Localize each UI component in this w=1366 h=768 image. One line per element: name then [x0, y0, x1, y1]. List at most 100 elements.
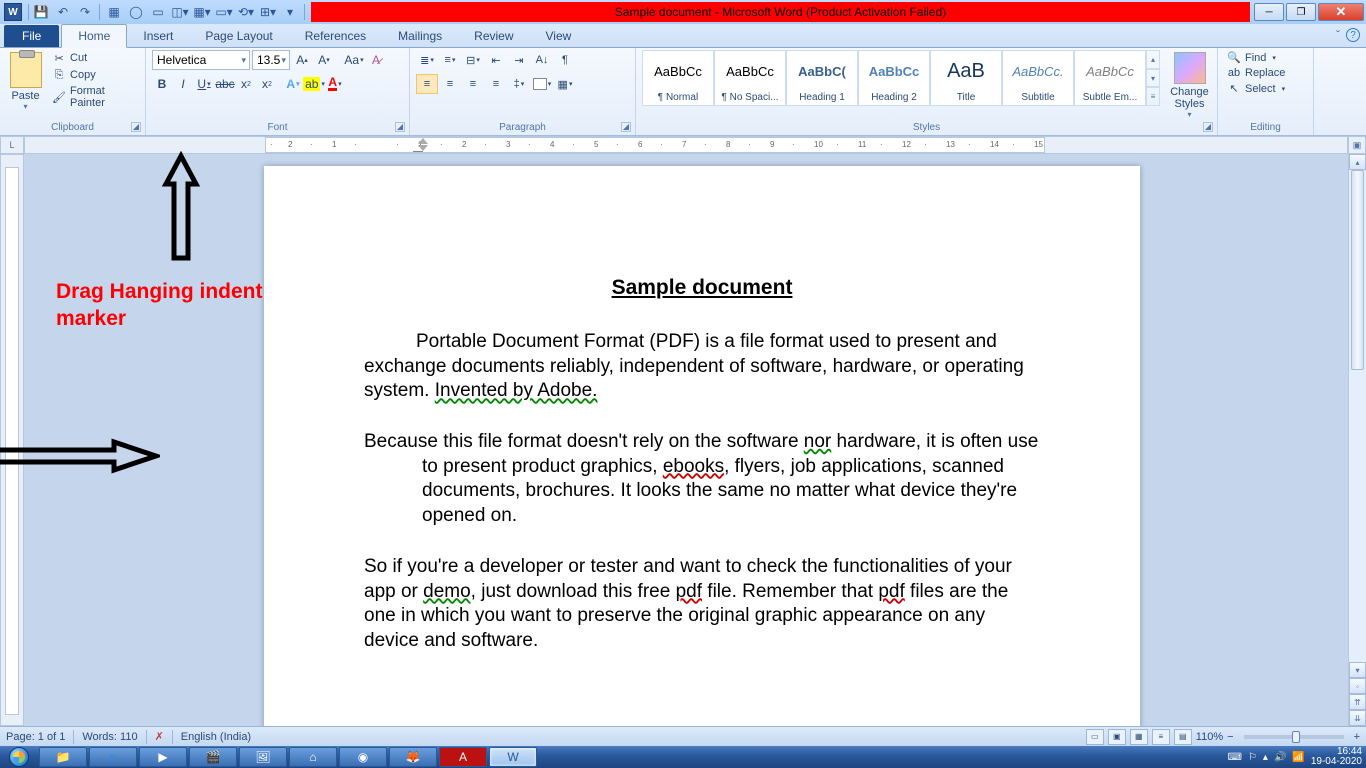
tray-action-icon[interactable]: ⚐	[1248, 752, 1257, 763]
qat-table-icon[interactable]: ▦▾	[192, 2, 212, 22]
select-button[interactable]: ↖Select▾	[1224, 81, 1307, 96]
print-layout-view[interactable]: ▭	[1086, 729, 1104, 745]
align-left-button[interactable]: ≡	[416, 74, 438, 94]
status-words[interactable]: Words: 110	[82, 731, 137, 743]
tab-page-layout[interactable]: Page Layout	[189, 25, 288, 47]
style-subtle-em[interactable]: AaBbCcSubtle Em...	[1074, 50, 1146, 106]
web-layout-view[interactable]: ▦	[1130, 729, 1148, 745]
clipboard-dialog-launcher[interactable]: ◢	[131, 122, 141, 132]
font-dialog-launcher[interactable]: ◢	[395, 122, 405, 132]
close-button[interactable]: ✕	[1318, 3, 1364, 21]
font-color-button[interactable]: A	[325, 74, 345, 94]
task-app1[interactable]: 🎬	[189, 747, 237, 767]
status-page[interactable]: Page: 1 of 1	[6, 731, 65, 743]
zoom-level[interactable]: 110%	[1196, 731, 1223, 743]
styles-more[interactable]: ≡	[1146, 87, 1160, 106]
scroll-thumb[interactable]	[1351, 170, 1364, 370]
qat-chart-icon[interactable]: ▭	[148, 2, 168, 22]
scroll-up-button[interactable]: ▴	[1349, 154, 1366, 170]
subscript-button[interactable]: x2	[236, 74, 256, 94]
text-effects-button[interactable]: A	[283, 74, 303, 94]
clear-formatting-button[interactable]: A̷	[366, 50, 386, 70]
tab-home[interactable]: Home	[61, 24, 127, 48]
zoom-in-button[interactable]: +	[1354, 731, 1360, 743]
cut-button[interactable]: ✂Cut	[49, 50, 139, 66]
style-heading1[interactable]: AaBbC(Heading 1	[786, 50, 858, 106]
tab-references[interactable]: References	[289, 25, 382, 47]
restore-button[interactable]: ❐	[1286, 3, 1316, 21]
task-chrome[interactable]: ◉	[339, 747, 387, 767]
task-explorer[interactable]: 📁	[39, 747, 87, 767]
qat-shapes-icon[interactable]: ◫▾	[170, 2, 190, 22]
style-normal[interactable]: AaBbCc¶ Normal	[642, 50, 714, 106]
tab-insert[interactable]: Insert	[127, 25, 189, 47]
qat-rotate-icon[interactable]: ⟲▾	[236, 2, 256, 22]
styles-scroll-down[interactable]: ▾	[1146, 69, 1160, 88]
bullets-button[interactable]: ≣	[416, 50, 438, 70]
qat-more-icon[interactable]: ▾	[280, 2, 300, 22]
show-marks-button[interactable]: ¶	[554, 50, 576, 70]
numbering-button[interactable]: ≡	[439, 50, 461, 70]
redo-icon[interactable]: ↷	[75, 2, 95, 22]
align-center-button[interactable]: ≡	[439, 74, 461, 94]
horizontal-ruler[interactable]: ·2·1· ·1·2·3 ·4·5·6 ·7·8·9 ·10·11·12 ·13…	[24, 136, 1348, 154]
task-app2[interactable]: 🖼	[239, 747, 287, 767]
vertical-scrollbar[interactable]: ▴ ▾ ◦ ⇈ ⇊	[1348, 154, 1366, 726]
task-word[interactable]: W	[489, 747, 537, 767]
minimize-ribbon-icon[interactable]: ˇ	[1336, 28, 1340, 42]
styles-scroll-up[interactable]: ▴	[1146, 50, 1160, 69]
change-styles-button[interactable]: Change Styles ▾	[1168, 50, 1211, 119]
tab-review[interactable]: Review	[458, 25, 529, 47]
find-button[interactable]: 🔍Find▾	[1224, 50, 1307, 65]
replace-button[interactable]: abReplace	[1224, 66, 1307, 80]
task-media-player[interactable]: ▶	[139, 747, 187, 767]
grow-font-button[interactable]: A▴	[292, 50, 312, 70]
multilevel-list-button[interactable]: ⊟	[462, 50, 484, 70]
minimize-button[interactable]: ─	[1254, 3, 1284, 21]
file-tab[interactable]: File	[4, 25, 59, 47]
tray-keyboard-icon[interactable]: ⌨	[1228, 752, 1242, 763]
style-subtitle[interactable]: AaBbCc.Subtitle	[1002, 50, 1074, 106]
task-adobe[interactable]: A	[439, 747, 487, 767]
copy-button[interactable]: ⎘Copy	[49, 67, 139, 83]
change-case-button[interactable]: Aa	[344, 50, 364, 70]
decrease-indent-button[interactable]: ⇤	[485, 50, 507, 70]
outline-view[interactable]: ≡	[1152, 729, 1170, 745]
underline-button[interactable]: U	[194, 74, 214, 94]
styles-dialog-launcher[interactable]: ◢	[1203, 122, 1213, 132]
style-heading2[interactable]: AaBbCcHeading 2	[858, 50, 930, 106]
align-right-button[interactable]: ≡	[462, 74, 484, 94]
tray-volume-icon[interactable]: 🔊	[1274, 752, 1286, 763]
start-button[interactable]	[0, 746, 38, 768]
next-page-button[interactable]: ⇊	[1349, 710, 1366, 726]
tab-selector[interactable]: L	[0, 136, 24, 154]
browse-object-button[interactable]: ◦	[1349, 678, 1366, 694]
borders-button[interactable]: ▦	[554, 74, 576, 94]
help-icon[interactable]: ?	[1346, 28, 1360, 42]
status-language[interactable]: English (India)	[181, 731, 251, 743]
sort-button[interactable]: A↓	[531, 50, 553, 70]
hanging-indent-marker[interactable]	[418, 138, 428, 153]
zoom-out-button[interactable]: −	[1227, 731, 1233, 743]
tab-mailings[interactable]: Mailings	[382, 25, 458, 47]
font-name-combo[interactable]: Helvetica	[152, 50, 250, 70]
paragraph-dialog-launcher[interactable]: ◢	[621, 122, 631, 132]
ruler-toggle-button[interactable]: ▣	[1348, 136, 1366, 154]
zoom-slider[interactable]	[1244, 735, 1344, 739]
increase-indent-button[interactable]: ⇥	[508, 50, 530, 70]
document-page[interactable]: Sample document Portable Document Format…	[264, 166, 1140, 726]
prev-page-button[interactable]: ⇈	[1349, 694, 1366, 710]
style-title[interactable]: AaBTitle	[930, 50, 1002, 106]
task-ie[interactable]: e	[89, 747, 137, 767]
qat-align-icon[interactable]: ⊞▾	[258, 2, 278, 22]
justify-button[interactable]: ≡	[485, 74, 507, 94]
shrink-font-button[interactable]: A▾	[314, 50, 334, 70]
style-no-spacing[interactable]: AaBbCc¶ No Spaci...	[714, 50, 786, 106]
tray-up-icon[interactable]: ▴	[1263, 752, 1268, 763]
task-firefox[interactable]: 🦊	[389, 747, 437, 767]
highlight-button[interactable]: ab	[304, 74, 324, 94]
italic-button[interactable]: I	[173, 74, 193, 94]
line-spacing-button[interactable]: ‡	[508, 74, 530, 94]
format-painter-button[interactable]: 🖌Format Painter	[49, 84, 139, 110]
paste-button[interactable]: Paste ▾	[6, 50, 45, 111]
